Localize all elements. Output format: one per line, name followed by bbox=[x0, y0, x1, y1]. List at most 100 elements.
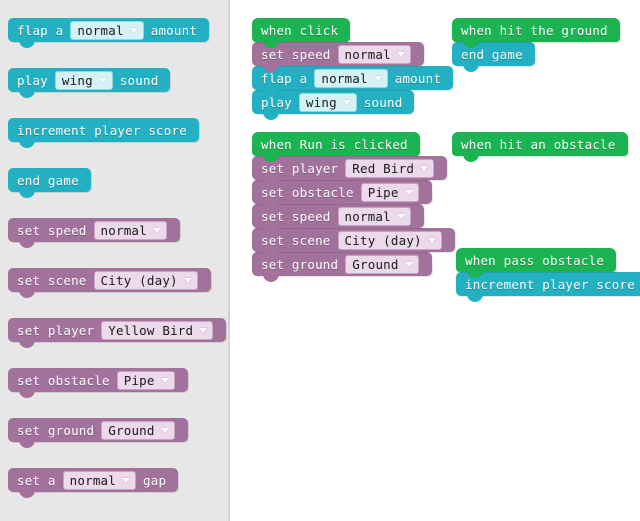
chevron-down-icon bbox=[199, 327, 208, 333]
script-when-hit-the-ground[interactable]: when hit the ground end game bbox=[452, 18, 640, 76]
block-label: end game bbox=[461, 46, 523, 62]
dropdown-field[interactable]: normal bbox=[337, 206, 411, 226]
dropdown-value: normal bbox=[321, 70, 368, 86]
chevron-down-icon bbox=[183, 277, 192, 283]
chevron-down-icon bbox=[160, 427, 169, 433]
dropdown-value: normal bbox=[344, 208, 391, 224]
dropdown-field[interactable]: normal bbox=[62, 470, 136, 490]
block-label: when hit an obstacle bbox=[461, 136, 616, 152]
block-palette-panel[interactable]: flap a normal amount play wing sound increment… bbox=[0, 0, 228, 521]
palette-block-flap-amount[interactable]: flap a normal amount bbox=[8, 18, 210, 48]
palette-block-end-game[interactable]: end game bbox=[8, 168, 91, 198]
block-label: increment player score bbox=[17, 122, 187, 138]
block-set-scene[interactable]: set scene City (day) bbox=[252, 228, 455, 258]
dropdown-value: normal bbox=[344, 46, 391, 62]
dropdown-field[interactable]: Red Bird bbox=[345, 158, 435, 178]
script-workspace[interactable]: when click set speed normal flap a normal amo… bbox=[230, 0, 640, 521]
palette-block-set-gap[interactable]: set a normal gap bbox=[8, 468, 179, 498]
dropdown-field[interactable]: normal bbox=[93, 220, 167, 240]
dropdown-value: City (day) bbox=[100, 272, 178, 288]
block-label: amount bbox=[394, 70, 442, 86]
dropdown-value: Ground bbox=[352, 256, 399, 272]
block-increment-player-score[interactable]: increment player score bbox=[456, 272, 640, 302]
block-label: increment player score bbox=[465, 276, 635, 292]
palette-block-set-obstacle[interactable]: set obstacle Pipe bbox=[8, 368, 188, 398]
dropdown-field[interactable]: normal bbox=[314, 68, 388, 88]
chevron-down-icon bbox=[396, 51, 405, 57]
dropdown-value: Red Bird bbox=[352, 160, 415, 176]
chevron-down-icon bbox=[404, 261, 413, 267]
block-set-ground[interactable]: set ground Ground bbox=[252, 252, 432, 282]
block-label: sound bbox=[119, 72, 159, 88]
block-flap-amount[interactable]: flap a normal amount bbox=[252, 66, 454, 96]
palette-block-increment-player-score[interactable]: increment player score bbox=[8, 118, 199, 148]
script-when-pass-obstacle[interactable]: when pass obstacle increment player score bbox=[456, 248, 640, 306]
palette-block-set-player[interactable]: set player Yellow Bird bbox=[8, 318, 227, 348]
chevron-down-icon bbox=[427, 237, 436, 243]
dropdown-value: normal bbox=[100, 222, 147, 238]
block-label: flap a bbox=[261, 70, 308, 86]
dropdown-value: Pipe bbox=[123, 372, 155, 388]
dropdown-field[interactable]: City (day) bbox=[93, 270, 198, 290]
palette-block-play-sound[interactable]: play wing sound bbox=[8, 68, 171, 98]
chevron-down-icon bbox=[160, 377, 169, 383]
block-label: when pass obstacle bbox=[465, 252, 605, 268]
dropdown-field[interactable]: normal bbox=[70, 20, 144, 40]
dropdown-value: Yellow Bird bbox=[108, 322, 194, 338]
palette-block-set-ground[interactable]: set ground Ground bbox=[8, 418, 188, 448]
dropdown-value: wing bbox=[305, 94, 337, 110]
palette-block-set-speed[interactable]: set speed normal bbox=[8, 218, 180, 248]
block-label: set speed bbox=[17, 222, 87, 238]
dropdown-field[interactable]: Ground bbox=[101, 420, 175, 440]
dropdown-field[interactable]: Yellow Bird bbox=[101, 320, 214, 340]
chevron-down-icon bbox=[129, 27, 138, 33]
block-set-obstacle[interactable]: set obstacle Pipe bbox=[252, 180, 432, 210]
block-label: set ground bbox=[17, 422, 95, 438]
dropdown-field[interactable]: wing bbox=[54, 70, 113, 90]
block-label: sound bbox=[363, 94, 403, 110]
dropdown-field[interactable]: wing bbox=[298, 92, 357, 112]
chevron-down-icon bbox=[342, 99, 351, 105]
dropdown-field[interactable]: Pipe bbox=[116, 370, 175, 390]
block-set-speed[interactable]: set speed normal bbox=[252, 204, 424, 234]
block-label: end game bbox=[17, 172, 79, 188]
chevron-down-icon bbox=[98, 77, 107, 83]
dropdown-field[interactable]: City (day) bbox=[337, 230, 442, 250]
chevron-down-icon bbox=[396, 213, 405, 219]
block-label: play bbox=[17, 72, 48, 88]
chevron-down-icon bbox=[404, 189, 413, 195]
block-label: set player bbox=[17, 322, 95, 338]
block-label: when Run is clicked bbox=[261, 136, 408, 152]
block-label: set speed bbox=[261, 46, 331, 62]
block-label: set scene bbox=[261, 232, 331, 248]
chevron-down-icon bbox=[122, 477, 130, 483]
block-label: when click bbox=[261, 22, 339, 38]
block-label: flap a bbox=[17, 22, 64, 38]
block-hat-when-click[interactable]: when click bbox=[252, 18, 351, 48]
block-label: amount bbox=[150, 22, 198, 38]
dropdown-field[interactable]: Ground bbox=[345, 254, 419, 274]
chevron-down-icon bbox=[152, 227, 161, 233]
block-label: set player bbox=[261, 160, 339, 176]
dropdown-field[interactable]: Pipe bbox=[360, 182, 419, 202]
block-hat-when-hit-the-ground[interactable]: when hit the ground bbox=[452, 18, 620, 48]
palette-block-set-scene[interactable]: set scene City (day) bbox=[8, 268, 211, 298]
block-label: set speed bbox=[261, 208, 331, 224]
block-palette-list[interactable]: flap a normal amount play wing sound increment… bbox=[0, 0, 228, 521]
block-label: set scene bbox=[17, 272, 87, 288]
block-hat-when-run-is-clicked[interactable]: when Run is clicked bbox=[252, 132, 420, 162]
dropdown-field[interactable]: normal bbox=[337, 44, 411, 64]
dropdown-value: normal bbox=[77, 22, 124, 38]
dropdown-value: wing bbox=[61, 72, 93, 88]
block-label: set obstacle bbox=[17, 372, 110, 388]
dropdown-value: City (day) bbox=[344, 232, 422, 248]
block-label: play bbox=[261, 94, 292, 110]
block-hat-when-hit-an-obstacle[interactable]: when hit an obstacle bbox=[452, 132, 628, 162]
script-when-hit-an-obstacle[interactable]: when hit an obstacle bbox=[452, 132, 640, 166]
block-set-speed[interactable]: set speed normal bbox=[252, 42, 424, 72]
block-hat-when-pass-obstacle[interactable]: when pass obstacle bbox=[456, 248, 617, 278]
dropdown-value: Pipe bbox=[367, 184, 399, 200]
block-editor: flap a normal amount play wing sound increment… bbox=[0, 0, 640, 521]
chevron-down-icon bbox=[373, 75, 382, 81]
block-set-player[interactable]: set player Red Bird bbox=[252, 156, 448, 186]
